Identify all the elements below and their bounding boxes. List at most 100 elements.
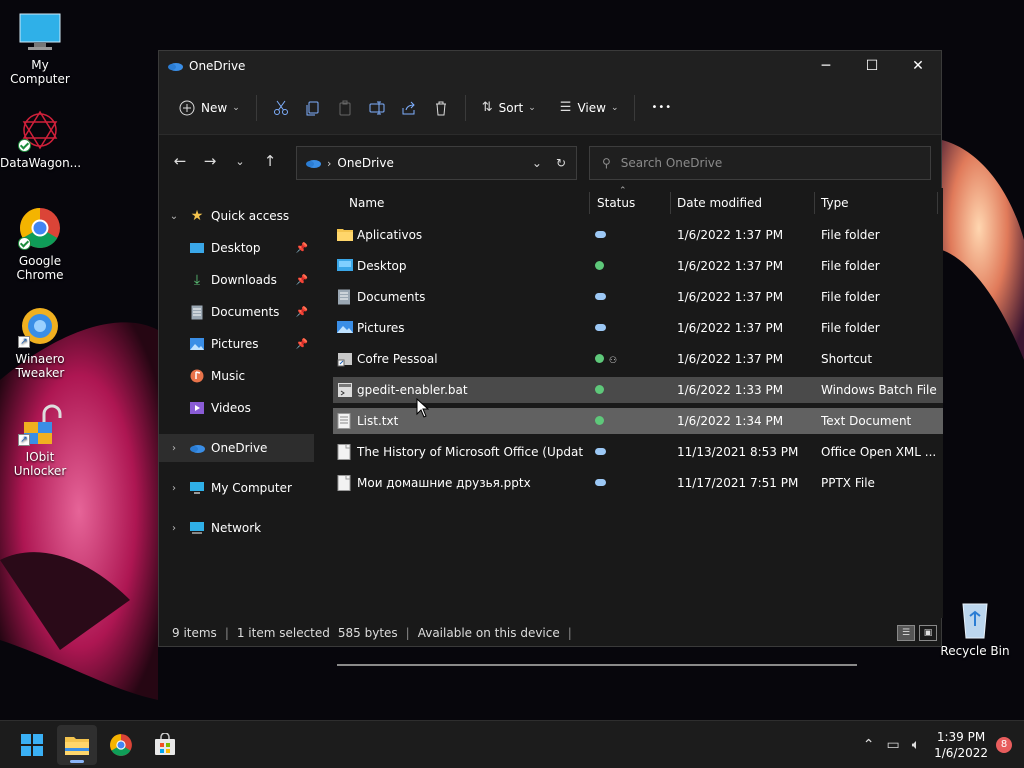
view-button[interactable]: ☰ View ⌄ [552,90,627,126]
address-dropdown-icon[interactable]: ⌄ [532,156,542,170]
nav-quick-access[interactable]: ⌄ ★ Quick access [159,202,314,230]
toolbar-divider [255,94,257,121]
recent-locations-chevron-icon[interactable]: ⌄ [225,155,255,168]
file-type: PPTX File [821,476,875,490]
column-divider[interactable] [670,192,671,214]
file-name: gpedit-enabler.bat [357,383,468,397]
nav-label: Pictures [211,337,259,351]
sync-status [595,408,655,434]
rename-button[interactable] [361,90,393,126]
cut-button[interactable] [265,90,297,126]
nav-label: Downloads [211,273,277,287]
nav-videos[interactable]: Videos [159,394,314,422]
breadcrumb-onedrive[interactable]: OneDrive [337,156,393,170]
mouse-cursor-icon [416,397,430,421]
taskbar-chrome[interactable] [101,725,141,765]
desktop-icon-recycle-bin[interactable]: Recycle Bin [935,596,1015,658]
refresh-icon[interactable]: ↻ [556,156,566,170]
minimize-button[interactable]: ─ [803,51,849,81]
taskbar-store[interactable] [145,725,185,765]
nav-desktop[interactable]: Desktop 📌 [159,234,314,262]
download-arrow-icon: ⤓ [193,272,201,288]
file-row[interactable]: The History of Microsoft Office (Updated… [333,439,943,465]
nav-my-computer[interactable]: › My Computer [159,474,314,502]
address-box[interactable]: › OneDrive ⌄ ↻ [296,146,577,180]
desktop-icon-label: Recycle Bin [940,644,1010,658]
nav-label: Videos [211,401,251,415]
cloud-only-icon [595,479,606,486]
new-button[interactable]: New ⌄ [171,90,248,126]
sort-button[interactable]: ⇅ Sort ⌄ [474,90,544,126]
copy-button[interactable] [297,90,329,126]
column-divider[interactable] [937,192,938,214]
pin-icon: 📌 [295,242,308,254]
nav-music[interactable]: Music [159,362,314,390]
desktop-icon-winaero[interactable]: ↗ Winaero Tweaker [0,304,80,380]
maximize-button[interactable]: ☐ [849,51,895,81]
expand-chevron-icon[interactable]: ⌄ [167,211,181,222]
nav-network[interactable]: › Network [159,514,314,542]
network-status-icon[interactable]: ▭ [886,737,899,753]
document-icon [337,475,353,491]
onedrive-cloud-icon [189,440,205,456]
file-row[interactable]: Desktop 1/6/2022 1:37 PM File folder [333,253,943,279]
column-name[interactable]: Name [349,188,384,218]
search-box[interactable]: ⚲ Search OneDrive [589,146,931,180]
date-modified: 11/17/2021 7:51 PM [677,476,799,490]
tiles-view-icon: ▣ [923,628,933,638]
document-icon [189,304,205,320]
nav-onedrive[interactable]: › OneDrive [159,434,314,462]
share-button[interactable] [393,90,425,126]
expand-chevron-icon[interactable]: › [167,523,181,534]
sync-status [595,284,655,310]
file-row[interactable]: Мои домашние друзья.pptx 11/17/2021 7:51 … [333,470,943,496]
show-hidden-icons-chevron-icon[interactable]: ⌃ [863,737,875,753]
expand-chevron-icon[interactable]: › [167,443,181,454]
title-bar[interactable]: OneDrive ─ ☐ ✕ [159,51,941,81]
column-date-modified[interactable]: Date modified [677,188,762,218]
chrome-icon [110,734,132,756]
close-button[interactable]: ✕ [895,51,941,81]
horizontal-scrollbar[interactable] [337,664,857,666]
start-button[interactable] [12,725,52,765]
forward-arrow-icon[interactable]: → [195,152,225,170]
file-row[interactable]: Pictures 1/6/2022 1:37 PM File folder [333,315,943,341]
taskbar-file-explorer[interactable] [57,725,97,765]
desktop-icon-iobit[interactable]: ↗ IObit Unlocker [0,402,80,478]
volume-icon[interactable]: 🔈︎ [912,737,920,753]
date-modified: 1/6/2022 1:37 PM [677,259,784,273]
details-view-button[interactable]: ☰ [897,625,915,641]
expand-chevron-icon[interactable]: › [167,483,181,494]
clock[interactable]: 1:39 PM 1/6/2022 [934,729,988,761]
nav-documents[interactable]: Documents 📌 [159,298,314,326]
date-modified: 1/6/2022 1:37 PM [677,290,784,304]
file-row[interactable]: Documents 1/6/2022 1:37 PM File folder [333,284,943,310]
column-divider[interactable] [589,192,590,214]
file-type: File folder [821,321,880,335]
notification-badge[interactable]: 8 [996,737,1012,753]
desktop-icon-my-computer[interactable]: My Computer [0,10,80,86]
item-count: 9 items [172,626,217,640]
tiles-view-button[interactable]: ▣ [919,625,937,641]
up-arrow-icon[interactable]: ↑ [255,152,285,170]
desktop-icon-datawagon[interactable]: DataWagon... [0,108,81,170]
file-row[interactable]: Cofre Pessoal ⚇ 1/6/2022 1:37 PM Shortcut [333,346,943,372]
delete-button[interactable] [425,90,457,126]
column-type[interactable]: Type [821,188,849,218]
more-options-button[interactable]: ••• [643,90,680,126]
column-status[interactable]: Status [597,188,635,218]
desktop-icon-label: IObit Unlocker [13,450,67,478]
file-row[interactable]: Aplicativos 1/6/2022 1:37 PM File folder [333,222,943,248]
padlock-icon: ↗ [18,402,62,446]
desktop-icon-chrome[interactable]: Google Chrome [0,206,80,282]
network-icon [189,520,205,536]
paste-button[interactable] [329,90,361,126]
nav-pictures[interactable]: Pictures 📌 [159,330,314,358]
back-arrow-icon[interactable]: ← [165,152,195,170]
column-divider[interactable] [814,192,815,214]
synced-check-icon [595,261,604,270]
navigation-pane: ⌄ ★ Quick access Desktop 📌 ⤓ Downloads 📌… [159,188,319,618]
nav-downloads[interactable]: ⤓ Downloads 📌 [159,266,314,294]
clock-time: 1:39 PM [936,730,986,744]
sort-label: Sort [498,100,524,115]
